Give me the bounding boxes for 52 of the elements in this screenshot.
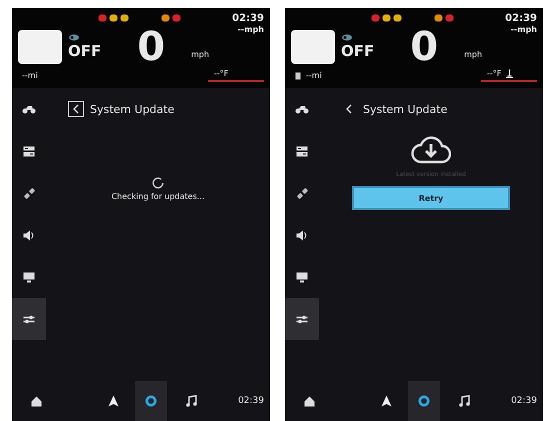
sliders-icon xyxy=(296,314,308,324)
speed-unit: mph xyxy=(191,50,210,59)
temperature-value: --°F xyxy=(214,69,228,78)
sliders-icon xyxy=(23,314,35,324)
gear-status: OFF xyxy=(341,42,374,60)
motorcycle-icon xyxy=(295,104,309,114)
link-icon xyxy=(24,188,34,198)
ride-mode-icon xyxy=(68,34,80,41)
navigation-arrow-icon xyxy=(108,395,118,407)
speed-value: 0 xyxy=(137,27,166,67)
temperature-value: --°F xyxy=(487,69,502,78)
speed-value: 0 xyxy=(410,27,438,67)
clock-time: 02:39 xyxy=(232,12,264,24)
navigation-arrow-icon xyxy=(380,395,392,407)
retry-button[interactable]: Retry xyxy=(352,186,510,210)
page-title: System Update xyxy=(363,102,448,116)
back-button[interactable] xyxy=(68,101,84,117)
display-block xyxy=(18,30,62,64)
settings-icon xyxy=(418,395,430,407)
clock-time: 02:39 xyxy=(511,396,537,406)
speed-unit: mph xyxy=(464,50,482,59)
range-value: --mi xyxy=(22,71,38,80)
music-note-icon xyxy=(458,395,470,407)
motorcycle-icon xyxy=(22,104,36,114)
clock-time: 02:39 xyxy=(238,396,264,406)
settings-icon xyxy=(145,395,157,407)
sidebar-item[interactable] xyxy=(285,298,319,340)
range-value: --mi xyxy=(306,71,322,80)
nav-item[interactable] xyxy=(408,381,440,421)
display-block xyxy=(291,30,335,64)
monitor-icon xyxy=(23,272,35,282)
speaker-icon xyxy=(296,230,308,240)
link-icon xyxy=(296,188,308,198)
clock-time: 02:39 xyxy=(505,12,537,24)
home-icon xyxy=(30,396,42,406)
panel-icon xyxy=(296,146,308,156)
monitor-icon xyxy=(296,272,308,282)
nav-item[interactable] xyxy=(135,381,167,421)
panel-icon xyxy=(23,146,35,156)
home-icon xyxy=(304,396,314,406)
speed-limit: --mph xyxy=(510,25,537,34)
sidebar-item[interactable] xyxy=(12,298,46,340)
back-icon xyxy=(73,104,79,114)
speaker-icon xyxy=(23,230,35,240)
music-note-icon xyxy=(186,395,196,407)
loading-spinner-icon xyxy=(152,177,164,189)
speed-limit: --mph xyxy=(238,25,264,34)
status-message: Checking for updates... xyxy=(111,192,205,201)
ride-mode-icon xyxy=(341,34,353,41)
gear-status: OFF xyxy=(68,42,102,60)
page-title: System Update xyxy=(90,102,174,116)
back-icon xyxy=(346,104,352,114)
